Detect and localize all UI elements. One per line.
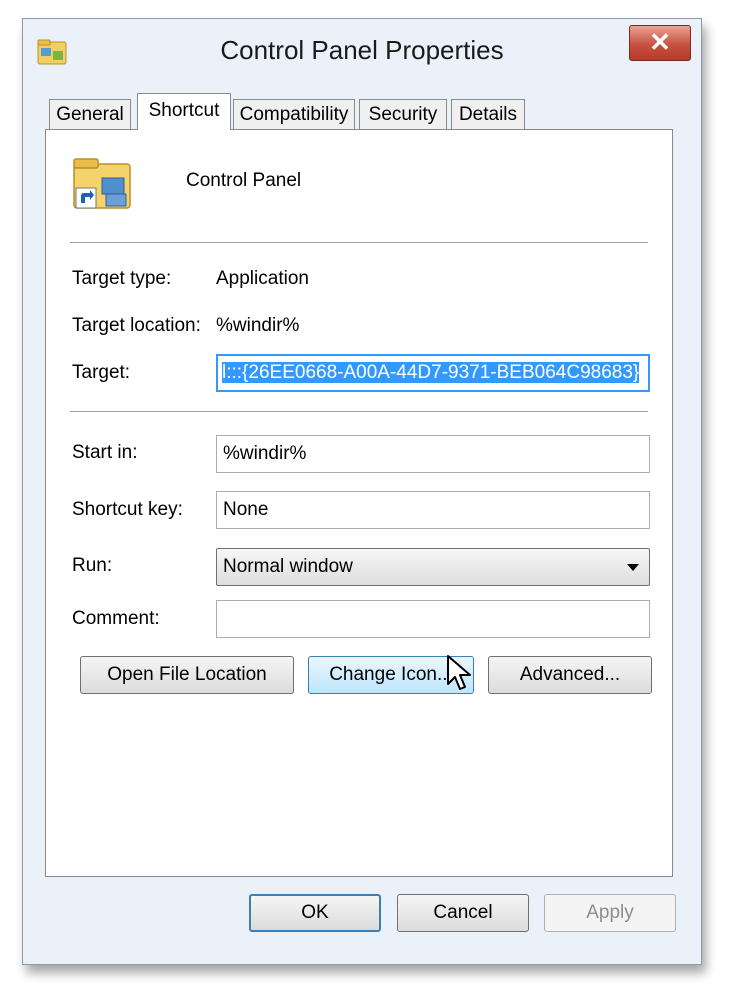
cancel-button[interactable]: Cancel bbox=[397, 894, 529, 932]
shortcut-panel: Control Panel Target type: Application T… bbox=[45, 129, 673, 877]
close-button[interactable]: ✕ bbox=[629, 25, 691, 61]
chevron-down-icon bbox=[627, 564, 639, 571]
target-location-value: %windir% bbox=[216, 315, 300, 336]
shortcut-key-input[interactable]: None bbox=[216, 491, 650, 529]
ok-button[interactable]: OK bbox=[249, 894, 381, 932]
target-input[interactable]: l:::{26EE0668-A00A-44D7-9371-BEB064C9868… bbox=[216, 354, 650, 392]
comment-label: Comment: bbox=[72, 608, 160, 629]
run-select[interactable]: Normal window bbox=[216, 548, 650, 586]
advanced-button[interactable]: Advanced... bbox=[488, 656, 652, 694]
window-title: Control Panel Properties bbox=[220, 35, 504, 65]
apply-button: Apply bbox=[544, 894, 676, 932]
run-select-value: Normal window bbox=[223, 556, 353, 577]
tab-general[interactable]: General bbox=[49, 99, 131, 129]
tab-security[interactable]: Security bbox=[359, 99, 447, 129]
open-file-location-button[interactable]: Open File Location bbox=[80, 656, 294, 694]
title-bar[interactable]: Control Panel Properties ✕ bbox=[23, 19, 701, 81]
mouse-pointer-icon bbox=[447, 655, 471, 690]
shortcut-key-label: Shortcut key: bbox=[72, 499, 183, 520]
start-in-label: Start in: bbox=[72, 442, 138, 463]
comment-input[interactable] bbox=[216, 600, 650, 638]
tab-compatibility[interactable]: Compatibility bbox=[233, 99, 355, 129]
run-label: Run: bbox=[72, 555, 113, 576]
start-in-input[interactable]: %windir% bbox=[216, 435, 650, 473]
target-type-label: Target type: bbox=[72, 268, 172, 289]
shortcut-name: Control Panel bbox=[186, 170, 302, 191]
separator bbox=[70, 242, 648, 243]
target-location-label: Target location: bbox=[72, 315, 201, 336]
tab-details[interactable]: Details bbox=[451, 99, 525, 129]
control-panel-shortcut-icon bbox=[73, 158, 131, 209]
target-input-selected-text: l:::{26EE0668-A00A-44D7-9371-BEB064C9868… bbox=[222, 362, 640, 383]
target-type-value: Application bbox=[216, 268, 309, 289]
separator bbox=[70, 411, 648, 412]
tab-shortcut[interactable]: Shortcut bbox=[137, 93, 231, 130]
target-label: Target: bbox=[72, 362, 131, 383]
properties-dialog: Control Panel Properties ✕ General Short… bbox=[22, 18, 702, 965]
